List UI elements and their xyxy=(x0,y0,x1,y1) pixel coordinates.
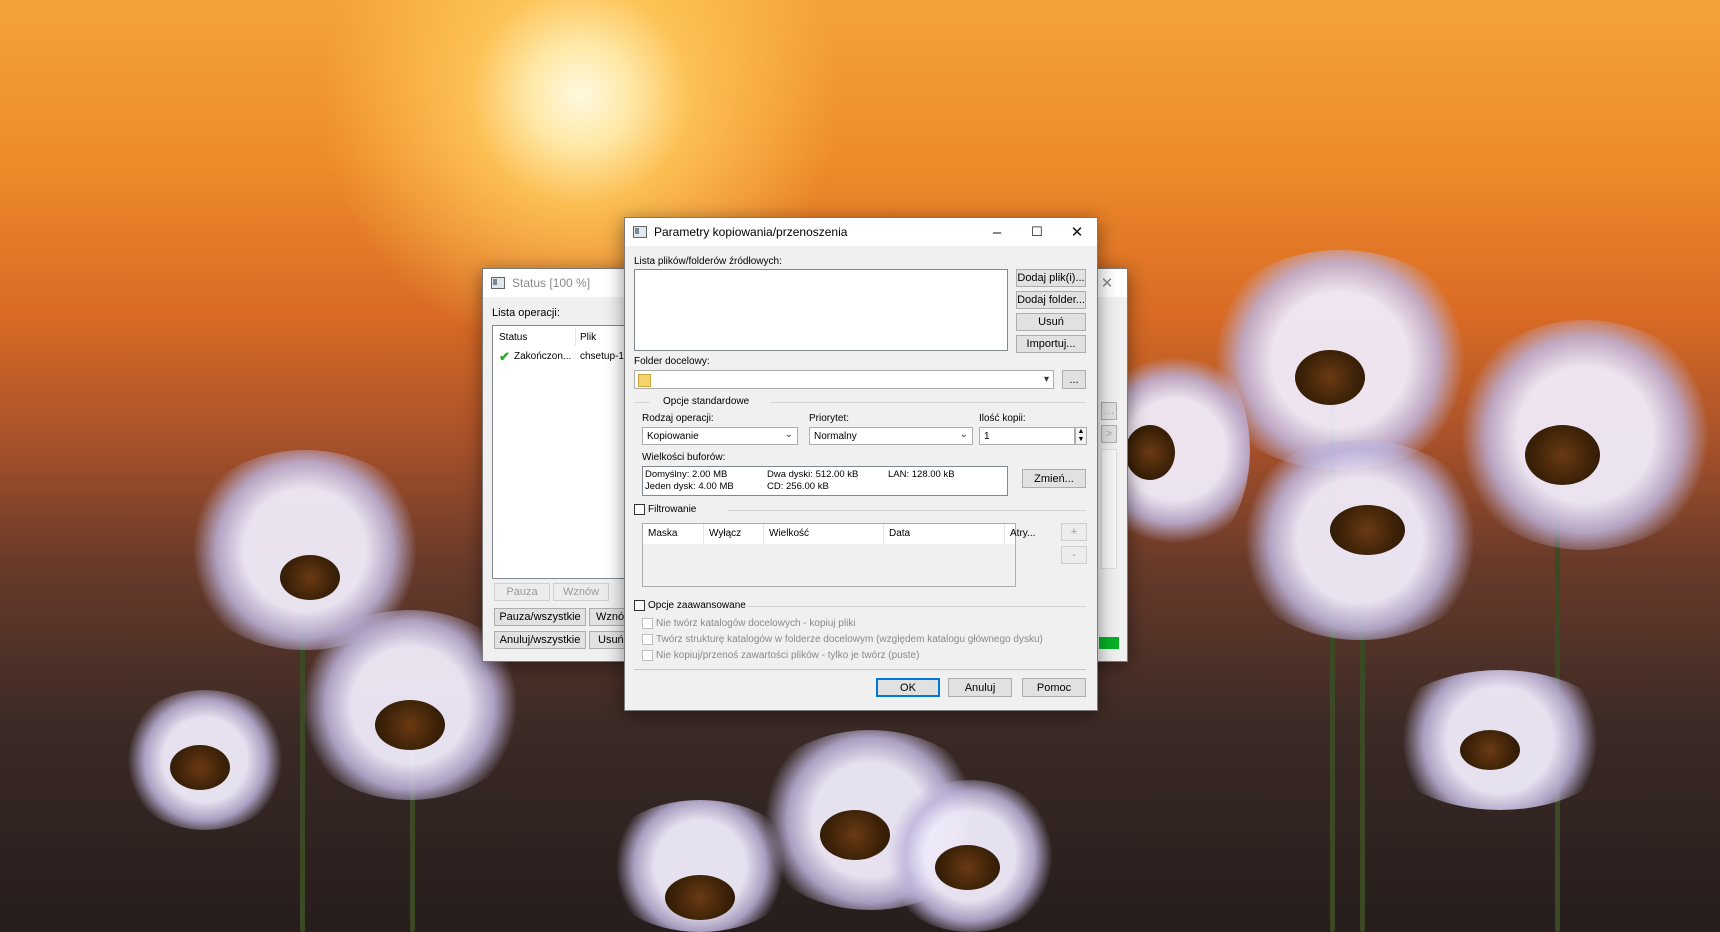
copies-input[interactable]: 1 xyxy=(979,427,1075,445)
ops-list[interactable]: Status Plik ✔ Zakończon... chsetup-1 xyxy=(492,325,644,579)
remove-filter-button[interactable]: - xyxy=(1061,546,1087,564)
flower-center xyxy=(375,700,445,750)
column-header-file[interactable]: Plik xyxy=(580,332,596,343)
flower-center xyxy=(935,845,1000,890)
dialog-titlebar[interactable]: Parametry kopiowania/przenoszenia – ☐ ✕ xyxy=(625,218,1097,246)
remove-source-button[interactable]: Usuń xyxy=(1016,313,1086,331)
source-list-label: Lista plików/folderów źródłowych: xyxy=(634,256,782,267)
buffer-one-disk: Jeden dysk: 4.00 MB xyxy=(645,481,734,492)
buffer-cd: CD: 256.00 kB xyxy=(767,481,829,492)
advanced-label[interactable]: Opcje zaawansowane xyxy=(648,600,746,611)
dialog-title: Parametry kopiowania/przenoszenia xyxy=(654,225,848,239)
flower-center xyxy=(1330,505,1405,555)
resume-all-button[interactable]: Wznó xyxy=(589,608,629,626)
buffer-two-disks: Dwa dyski: 512.00 kB xyxy=(767,469,859,480)
flower-center xyxy=(665,875,735,920)
status-window-title: Status [100 %] xyxy=(512,276,591,290)
advanced-checkbox[interactable] xyxy=(634,600,645,611)
folder-icon xyxy=(638,374,651,387)
adv-option-checkbox[interactable] xyxy=(642,634,653,645)
minimize-icon[interactable]: – xyxy=(977,218,1017,246)
flower-center xyxy=(1295,350,1365,405)
scrollbar[interactable] xyxy=(1101,449,1117,569)
column-header-status[interactable]: Status xyxy=(499,332,527,343)
add-folder-button[interactable]: Dodaj folder... xyxy=(1016,291,1086,309)
close-icon[interactable]: ✕ xyxy=(1057,218,1097,246)
flower-center xyxy=(1525,425,1600,485)
row-file: chsetup-1 xyxy=(580,351,624,362)
chevron-down-icon[interactable]: ▾ xyxy=(1044,374,1049,385)
column-header-mask[interactable]: Maska xyxy=(643,524,704,544)
change-buffers-button[interactable]: Zmień... xyxy=(1022,469,1086,488)
adv-option-label: Nie twórz katalogów docelowych - kopiuj … xyxy=(656,618,856,629)
priority-select[interactable]: Normalny ⌄ xyxy=(809,427,973,445)
add-filter-button[interactable]: + xyxy=(1061,523,1087,541)
op-type-value: Kopiowanie xyxy=(647,431,699,442)
add-files-button[interactable]: Dodaj plik(i)... xyxy=(1016,269,1086,287)
priority-value: Normalny xyxy=(814,431,857,442)
pause-all-button[interactable]: Pauza/wszystkie xyxy=(494,608,586,626)
buffer-lan: LAN: 128.00 kB xyxy=(888,469,955,480)
buffers-box: Domyślny: 2.00 MB Jeden dysk: 4.00 MB Dw… xyxy=(642,466,1008,496)
copies-label: Ilość kopii: xyxy=(979,413,1026,424)
remove-button[interactable]: Usuń xyxy=(589,631,629,649)
dest-folder-label: Folder docelowy: xyxy=(634,356,710,367)
cancel-button[interactable]: Anuluj xyxy=(948,678,1012,697)
copy-params-dialog: Parametry kopiowania/przenoszenia – ☐ ✕ … xyxy=(624,217,1098,711)
adv-option-label: Nie kopiuj/przenoś zawartości plików - t… xyxy=(656,650,920,661)
filter-label[interactable]: Filtrowanie xyxy=(648,504,696,515)
flower-center xyxy=(170,745,230,790)
chevron-down-icon: ⌄ xyxy=(959,429,968,440)
app-icon xyxy=(633,226,647,238)
buffers-label: Wielkości buforów: xyxy=(642,452,726,463)
column-header-date[interactable]: Data xyxy=(884,524,1005,544)
scroll-up-button[interactable]: … xyxy=(1101,402,1117,420)
column-header-size[interactable]: Wielkość xyxy=(764,524,884,544)
std-options-label: Opcje standardowe xyxy=(663,396,750,407)
app-icon xyxy=(491,277,505,289)
column-header-exclude[interactable]: Wyłącz xyxy=(704,524,764,544)
column-header-attr[interactable]: Atry... xyxy=(1005,524,1045,544)
flower-center xyxy=(1125,425,1175,480)
maximize-icon[interactable]: ☐ xyxy=(1017,218,1057,246)
browse-button[interactable]: ... xyxy=(1062,370,1086,389)
checkmark-icon: ✔ xyxy=(499,349,510,364)
row-status: Zakończon... xyxy=(514,351,572,362)
source-list[interactable] xyxy=(634,269,1008,351)
cancel-all-button[interactable]: Anuluj/wszystkie xyxy=(494,631,586,649)
chevron-down-icon: ⌄ xyxy=(784,429,793,440)
op-type-label: Rodzaj operacji: xyxy=(642,413,714,424)
ops-list-label: Lista operacji: xyxy=(492,307,560,319)
table-row[interactable]: ✔ Zakończon... chsetup-1 xyxy=(493,348,643,366)
resume-button[interactable]: Wznów xyxy=(553,583,609,601)
adv-option-label: Twórz strukturę katalogów w folderze doc… xyxy=(656,634,1043,645)
progress-bar xyxy=(1099,637,1119,649)
flower-center xyxy=(1460,730,1520,770)
copies-value: 1 xyxy=(984,431,990,442)
chevron-right-icon[interactable]: > xyxy=(1101,425,1117,443)
adv-option-checkbox[interactable] xyxy=(642,618,653,629)
pause-button[interactable]: Pauza xyxy=(494,583,550,601)
filter-list[interactable]: Maska Wyłącz Wielkość Data Atry... xyxy=(642,523,1035,587)
priority-label: Priorytet: xyxy=(809,413,850,424)
flower-center xyxy=(280,555,340,600)
dest-folder-combo[interactable]: ▾ xyxy=(634,370,1054,389)
copies-spinner[interactable]: ▲ ▼ xyxy=(1075,427,1087,445)
import-button[interactable]: Importuj... xyxy=(1016,335,1086,353)
adv-option-checkbox[interactable] xyxy=(642,650,653,661)
buffer-default: Domyślny: 2.00 MB xyxy=(645,469,728,480)
op-type-select[interactable]: Kopiowanie ⌄ xyxy=(642,427,798,445)
help-button[interactable]: Pomoc xyxy=(1022,678,1086,697)
filter-checkbox[interactable] xyxy=(634,504,645,515)
ok-button[interactable]: OK xyxy=(876,678,940,697)
